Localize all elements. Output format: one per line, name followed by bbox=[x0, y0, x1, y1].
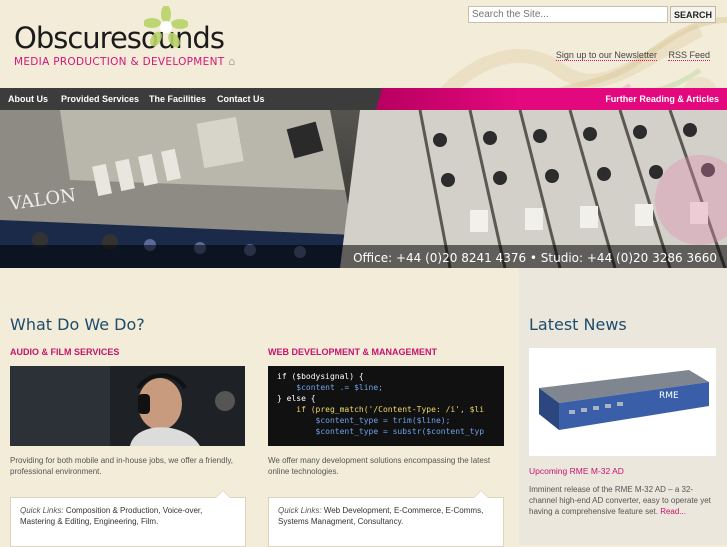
logo[interactable]: Obscuresounds MEDIA PRODUCTION & DEVELOP… bbox=[14, 6, 236, 68]
news-headline-link[interactable]: Upcoming RME M-32 AD bbox=[529, 466, 624, 476]
code-line-1: if ($bodysignal) { bbox=[277, 372, 364, 381]
code-line-3: } else { bbox=[277, 394, 316, 403]
link-e-commerce[interactable]: E-Commerce bbox=[394, 506, 441, 515]
page-title: What Do We Do? bbox=[10, 315, 145, 334]
audio-quick-links: Quick Links: Composition & Production, V… bbox=[10, 490, 246, 547]
logo-tagline-text: MEDIA PRODUCTION & DEVELOPMENT bbox=[14, 56, 225, 68]
rss-feed-link[interactable]: RSS Feed bbox=[668, 50, 710, 61]
web-heading: WEB DEVELOPMENT & MANAGEMENT bbox=[268, 347, 438, 357]
link-engineering[interactable]: Engineering bbox=[94, 517, 137, 526]
nav-item-the-facilities[interactable]: The Facilities bbox=[149, 88, 206, 110]
news-panel: Latest News RME Upcoming RME M-32 AD Imm… bbox=[519, 268, 727, 545]
search-input[interactable] bbox=[468, 6, 668, 23]
web-description: We offer many development solutions enco… bbox=[268, 456, 491, 476]
link-consultancy[interactable]: Consultancy. bbox=[358, 517, 404, 526]
code-line-6: $content_type = substr($content_typ bbox=[277, 427, 485, 436]
logo-flower-icon bbox=[144, 6, 188, 48]
web-quick-links: Quick Links: Web Development, E-Commerce… bbox=[268, 490, 504, 547]
link-e-comms[interactable]: E-Comms bbox=[446, 506, 482, 515]
link-mastering-editing[interactable]: Mastering & Editing bbox=[20, 517, 89, 526]
audio-quick-links-label: Quick Links: bbox=[20, 506, 64, 515]
home-icon[interactable]: ⌂ bbox=[228, 55, 235, 68]
logo-tagline: MEDIA PRODUCTION & DEVELOPMENT ⌂ bbox=[14, 55, 236, 68]
main-content: What Do We Do? AUDIO & FILM SERVICES Pro… bbox=[0, 268, 727, 547]
device-brand-label: RME bbox=[659, 391, 679, 401]
news-read-more-link[interactable]: Read... bbox=[660, 507, 686, 516]
audio-description: Providing for both mobile and in-house j… bbox=[10, 456, 233, 476]
news-title: Latest News bbox=[529, 315, 627, 334]
phone-numbers: Office: +44 (0)20 8241 4376 • Studio: +4… bbox=[353, 251, 717, 265]
link-web-development[interactable]: Web Development bbox=[324, 506, 390, 515]
code-line-2: $content .= $line; bbox=[277, 383, 383, 392]
further-reading-label: Further Reading & Articles bbox=[605, 94, 719, 104]
audio-studio-photo bbox=[10, 366, 245, 446]
logo-name: Obscuresounds bbox=[14, 21, 225, 55]
link-voice-over[interactable]: Voice-over bbox=[163, 506, 200, 515]
web-quick-links-label: Quick Links: bbox=[278, 506, 322, 515]
newsletter-link[interactable]: Sign up to our Newsletter bbox=[555, 50, 657, 61]
further-reading-tab[interactable]: Further Reading & Articles bbox=[376, 88, 727, 110]
main-nav: About Us Provided Services The Facilitie… bbox=[0, 88, 727, 110]
search-button[interactable]: SEARCH bbox=[670, 6, 716, 23]
news-summary: Imminent release of the RME M-32 AD – a … bbox=[529, 484, 719, 517]
rme-device-image[interactable]: RME bbox=[529, 348, 716, 456]
audio-heading: AUDIO & FILM SERVICES bbox=[10, 347, 120, 357]
link-film[interactable]: Film. bbox=[141, 517, 158, 526]
nav-item-contact-us[interactable]: Contact Us bbox=[217, 88, 265, 110]
code-line-4: if (preg_match('/Content-Type: /i', $li bbox=[277, 405, 485, 414]
code-sample: if ($bodysignal) { $content .= $line; } … bbox=[268, 366, 504, 446]
nav-item-provided-services[interactable]: Provided Services bbox=[61, 88, 139, 110]
link-composition-production[interactable]: Composition & Production bbox=[66, 506, 159, 515]
code-line-5: $content_type = trim($line); bbox=[277, 416, 451, 425]
nav-item-about-us[interactable]: About Us bbox=[8, 88, 48, 110]
hero-banner: VALON Office: +44 (0)20 8241 4376 • Stud… bbox=[0, 110, 727, 268]
top-links: Sign up to our Newsletter RSS Feed bbox=[547, 50, 710, 61]
link-systems-managment[interactable]: Systems Managment bbox=[278, 517, 353, 526]
